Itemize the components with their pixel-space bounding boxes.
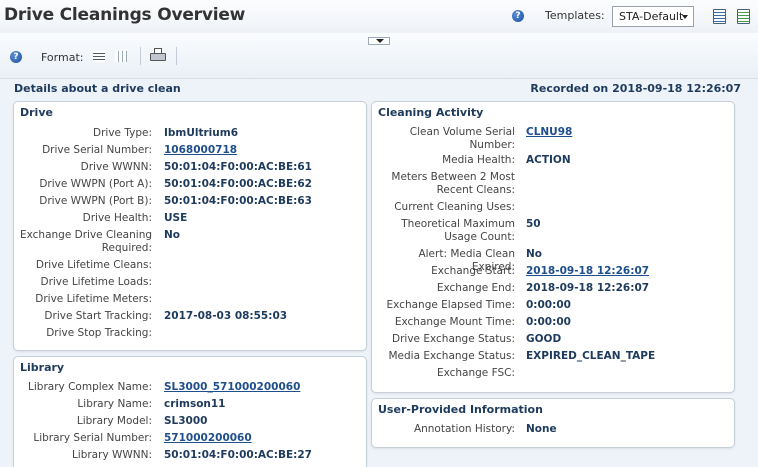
- list-view-icon[interactable]: [93, 51, 105, 62]
- drive-panel: Drive Drive Type: IbmUltrium6 Drive Serial…: [13, 101, 367, 351]
- detail-label: Library Complex Name:: [28, 381, 152, 393]
- detail-value: 2018-09-18 12:26:07: [526, 282, 650, 294]
- panel-title: Drive: [20, 106, 53, 119]
- detail-value: SL3000: [164, 415, 208, 427]
- format-label: Format:: [41, 51, 84, 64]
- detail-label: Drive WWPN (Port B):: [39, 195, 152, 207]
- detail-label: Drive Lifetime Meters:: [35, 293, 152, 305]
- detail-label: Exchange Elapsed Time:: [386, 299, 515, 311]
- detail-label: Exchange Start:: [431, 265, 515, 277]
- user-info-panel: User-Provided Information Annotation His…: [371, 398, 735, 448]
- detail-value: None: [526, 423, 557, 435]
- detail-value-link[interactable]: CLNU98: [526, 126, 572, 139]
- detail-label: Drive Health:: [82, 212, 152, 224]
- detail-label: Library WWNN:: [71, 449, 152, 461]
- collapse-handle[interactable]: [368, 37, 390, 45]
- panel-title: User-Provided Information: [378, 403, 543, 416]
- detail-label: Drive Start Tracking:: [44, 310, 152, 322]
- detail-label: Drive Lifetime Cleans:: [35, 259, 152, 271]
- detail-value: 0:00:00: [526, 316, 571, 328]
- details-title: Details about a drive clean: [14, 82, 181, 95]
- panel-title: Library: [20, 361, 65, 374]
- detail-label: Drive Type:: [93, 127, 152, 139]
- detail-label: Media Health:: [442, 154, 515, 166]
- detail-label: Drive WWPN (Port A):: [39, 178, 152, 190]
- library-panel: Library Library Complex Name: SL3000_5710…: [13, 356, 367, 467]
- detail-label: Drive Stop Tracking:: [46, 327, 152, 339]
- detail-value: 50: [526, 218, 541, 230]
- detail-value: 2017-08-03 08:55:03: [164, 310, 288, 322]
- detail-label: Exchange FSC:: [436, 367, 515, 379]
- detail-label: Exchange Mount Time:: [394, 316, 515, 328]
- grid-view-icon[interactable]: [115, 51, 127, 62]
- detail-value: No: [164, 229, 181, 241]
- save-template-icon[interactable]: [713, 9, 726, 24]
- export-icon[interactable]: [737, 9, 750, 24]
- detail-value: No: [526, 248, 543, 260]
- detail-label: Annotation History:: [413, 423, 515, 435]
- detail-label: Exchange End:: [436, 282, 515, 294]
- detail-label: Exchange Drive Cleaning Required:: [20, 229, 153, 254]
- page-title: Drive Cleanings Overview: [4, 5, 246, 25]
- detail-label: Media Exchange Status:: [388, 350, 515, 362]
- detail-value: 50:01:04:F0:00:AC:BE:61: [164, 161, 312, 173]
- help-icon[interactable]: ?: [512, 10, 524, 22]
- detail-label: Drive WWNN:: [80, 161, 152, 173]
- detail-value-link[interactable]: SL3000_571000200060: [164, 381, 300, 394]
- detail-label: Drive Serial Number:: [42, 144, 152, 156]
- detail-label: Library Serial Number:: [33, 432, 152, 444]
- detail-value: 50:01:04:F0:00:AC:BE:27: [164, 449, 312, 461]
- help-icon[interactable]: ?: [10, 51, 22, 63]
- detail-label: Clean Volume Serial Number:: [409, 126, 515, 151]
- detail-label: Drive Exchange Status:: [392, 333, 515, 345]
- recorded-timestamp: Recorded on 2018-09-18 12:26:07: [530, 82, 741, 95]
- detail-label: Library Model:: [76, 415, 152, 427]
- detail-label: Meters Between 2 Most Recent Cleans:: [391, 171, 515, 196]
- templates-label: Templates:: [545, 9, 605, 22]
- main-content: Details about a drive clean Recorded on …: [0, 79, 758, 467]
- detail-value: GOOD: [526, 333, 562, 345]
- page-header: Drive Cleanings Overview ? Templates: ST…: [0, 0, 758, 33]
- detail-value: crimson11: [164, 398, 226, 410]
- detail-value: 50:01:04:F0:00:AC:BE:63: [164, 195, 312, 207]
- templates-select-value: STA-Default: [619, 10, 684, 23]
- detail-value: ACTION: [526, 154, 571, 166]
- chevron-down-icon: [682, 15, 688, 19]
- templates-select[interactable]: STA-Default: [612, 6, 694, 27]
- detail-value: USE: [164, 212, 188, 224]
- toolbar-divider: [176, 47, 177, 65]
- detail-value: EXPIRED_CLEAN_TAPE: [526, 350, 656, 362]
- detail-value: IbmUltrium6: [164, 127, 239, 139]
- print-icon[interactable]: [150, 48, 166, 63]
- detail-label: Current Cleaning Uses:: [394, 201, 515, 213]
- detail-value-link[interactable]: 2018-09-18 12:26:07: [526, 265, 649, 278]
- detail-value-link[interactable]: 1068000718: [164, 144, 237, 157]
- detail-label: Library Name:: [77, 398, 152, 410]
- detail-label: Drive Lifetime Loads:: [40, 276, 152, 288]
- detail-value: 50:01:04:F0:00:AC:BE:62: [164, 178, 312, 190]
- detail-value: 0:00:00: [526, 299, 571, 311]
- panel-title: Cleaning Activity: [378, 106, 484, 119]
- detail-value-link[interactable]: 571000200060: [164, 432, 252, 445]
- toolbar-divider: [140, 47, 141, 65]
- detail-label: Theoretical Maximum Usage Count:: [401, 218, 515, 243]
- cleaning-activity-panel: Cleaning Activity Clean Volume Serial Nu…: [371, 101, 735, 393]
